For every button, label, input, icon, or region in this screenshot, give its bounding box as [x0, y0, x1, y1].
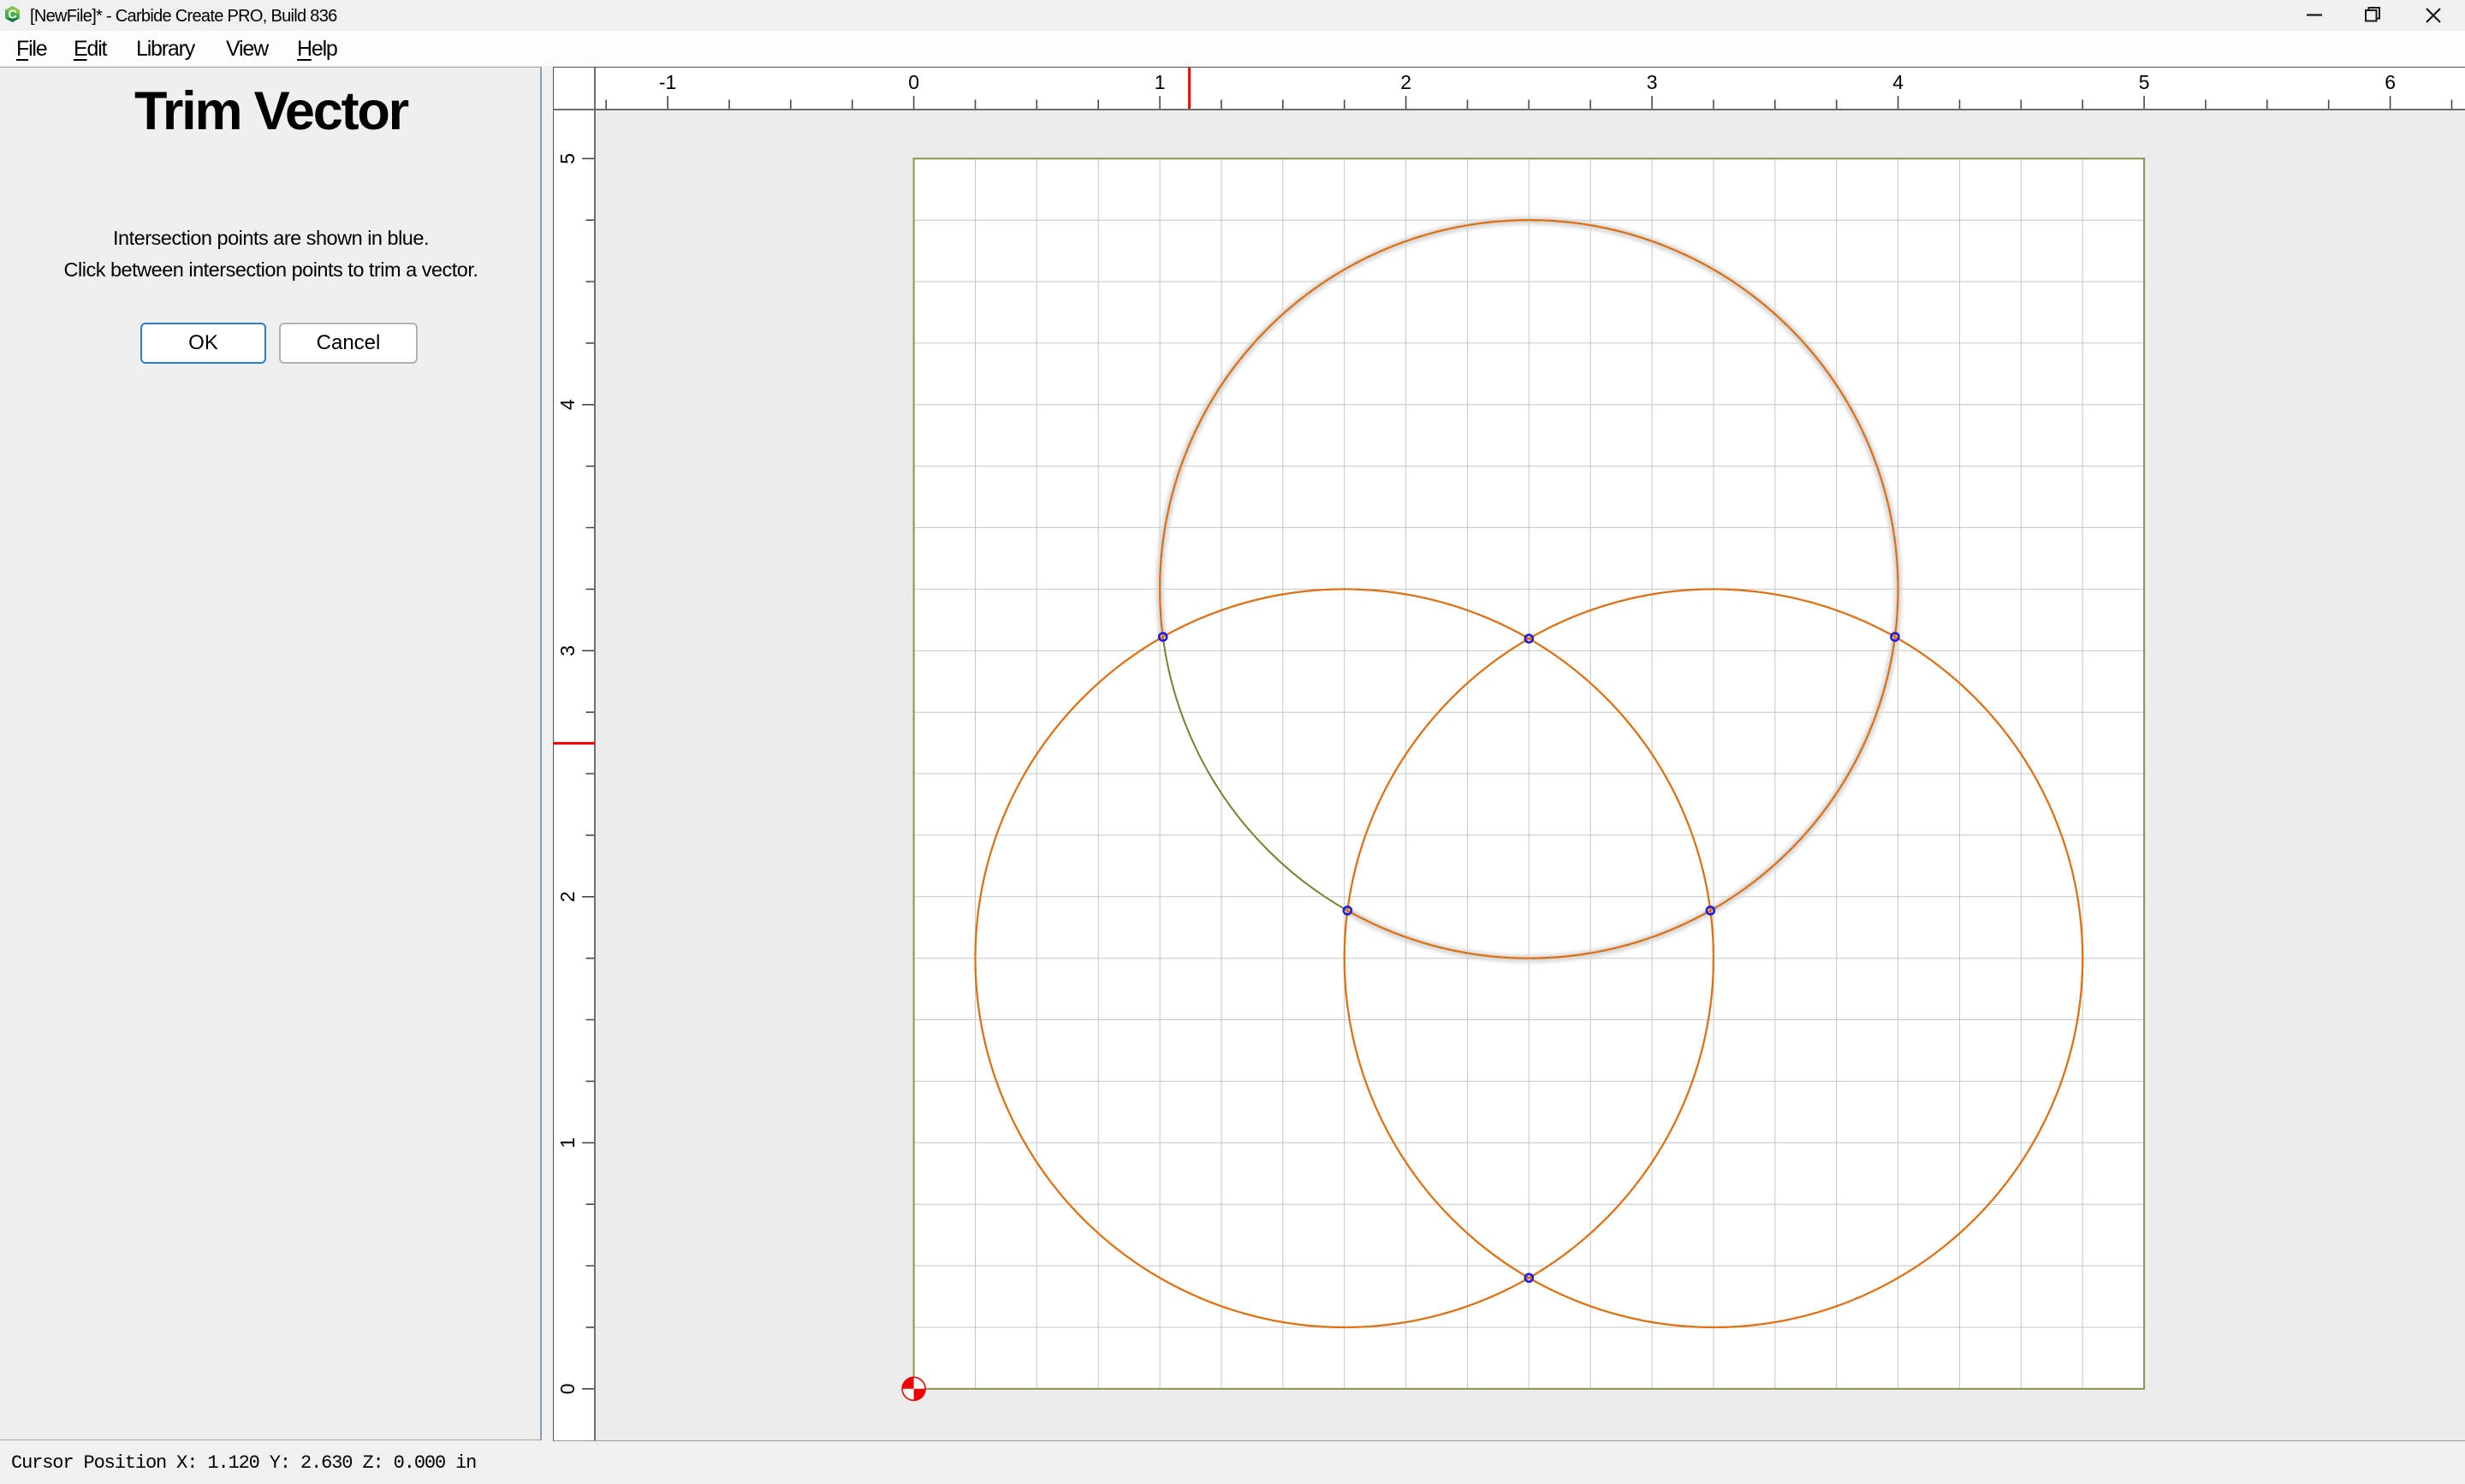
svg-text:-1: -1 — [659, 71, 676, 93]
svg-text:3: 3 — [556, 645, 579, 656]
svg-text:4: 4 — [556, 399, 579, 410]
svg-text:1: 1 — [1155, 71, 1166, 93]
svg-text:C: C — [8, 9, 17, 22]
svg-text:4: 4 — [1892, 71, 1904, 93]
svg-text:2: 2 — [1400, 71, 1411, 93]
svg-text:5: 5 — [556, 153, 579, 164]
svg-text:3: 3 — [1647, 71, 1658, 93]
svg-text:1: 1 — [556, 1137, 579, 1149]
svg-text:0: 0 — [556, 1383, 579, 1394]
svg-text:0: 0 — [908, 71, 919, 93]
svg-text:2: 2 — [556, 891, 579, 902]
svg-text:5: 5 — [2139, 71, 2150, 93]
svg-text:6: 6 — [2385, 71, 2396, 93]
